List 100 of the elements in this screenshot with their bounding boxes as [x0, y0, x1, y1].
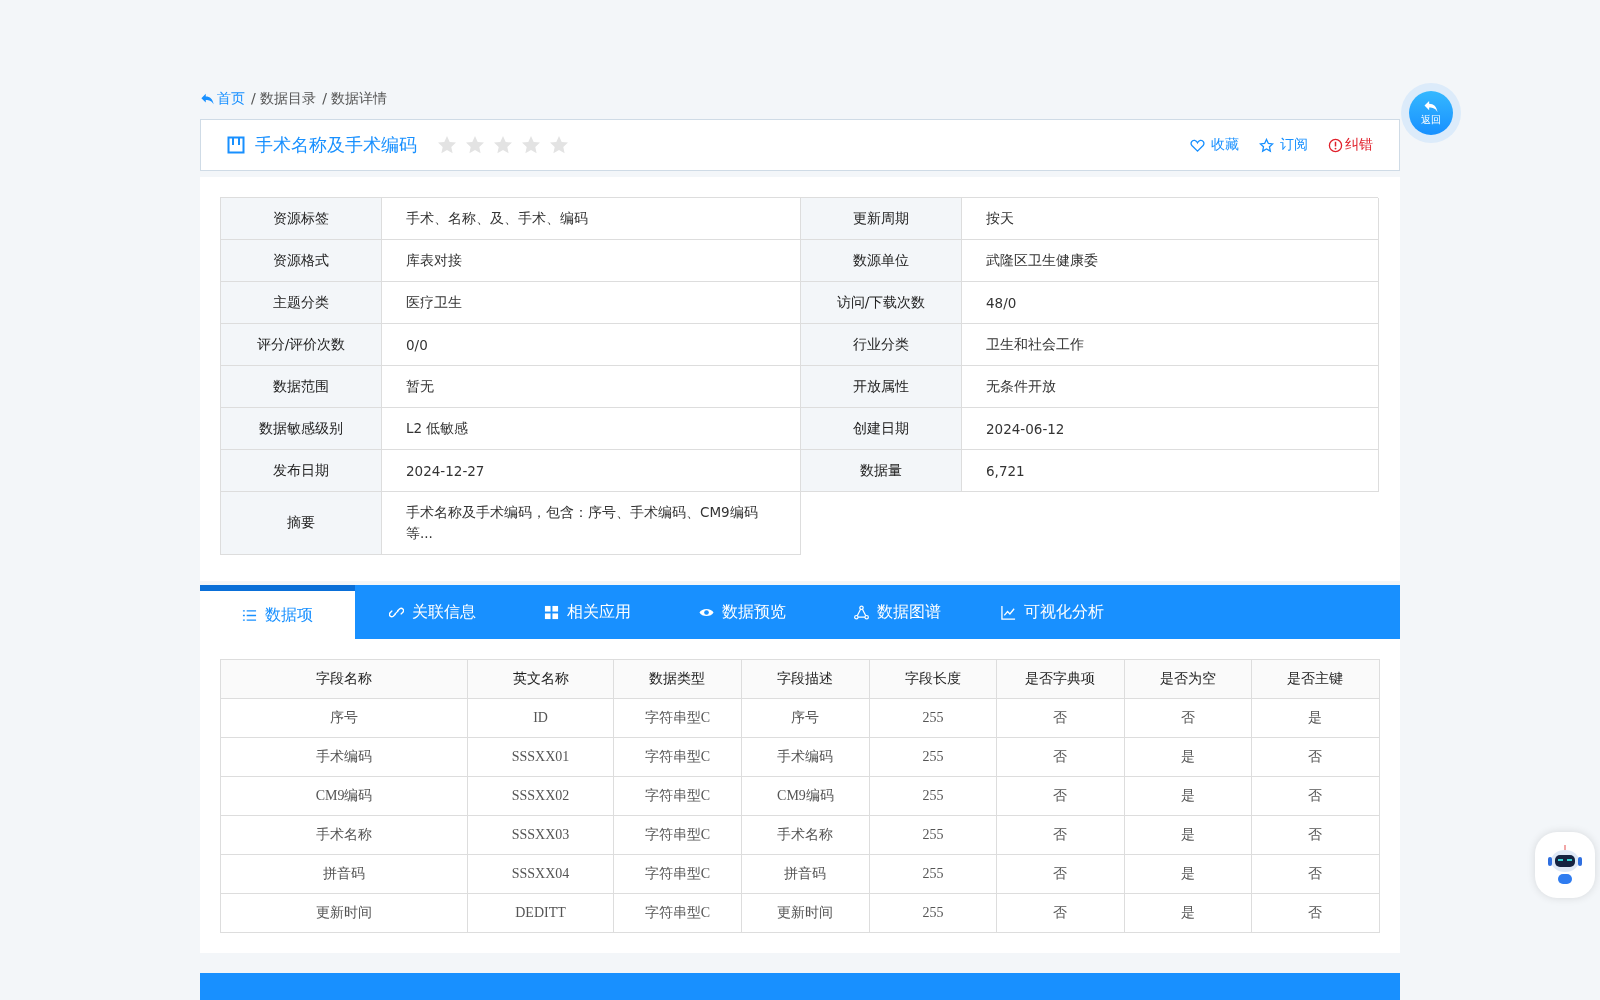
table-cell: 否 [1251, 737, 1380, 777]
column-header: 字段长度 [869, 659, 997, 699]
table-cell: 否 [996, 737, 1125, 777]
tab[interactable]: 数据预览 [665, 585, 820, 639]
table-cell: 255 [869, 737, 997, 777]
back-arrow-icon [1423, 99, 1439, 113]
action-link[interactable]: 纠错 [1328, 136, 1373, 154]
action-link[interactable]: 收藏 [1190, 136, 1239, 154]
table-cell: 是 [1251, 698, 1380, 738]
table-cell: 是 [1124, 854, 1252, 894]
info-value: L2 低敏感 [382, 408, 801, 450]
info-label: 数据量 [801, 450, 962, 492]
star-icon [521, 135, 541, 155]
column-header: 字段名称 [220, 659, 468, 699]
table-cell: 否 [996, 854, 1125, 894]
table-cell: 255 [869, 815, 997, 855]
table-cell: 是 [1124, 737, 1252, 777]
breadcrumb-link[interactable]: / 数据目录 [251, 90, 317, 108]
column-header: 字段描述 [741, 659, 870, 699]
column-header: 是否为空 [1124, 659, 1252, 699]
table-cell: 是 [1124, 893, 1252, 933]
table-cell: 否 [1251, 854, 1380, 894]
table-cell: CM9编码 [741, 776, 870, 816]
info-label: 数据范围 [221, 366, 382, 408]
heart-icon [1190, 137, 1205, 153]
info-label: 数据敏感级别 [221, 408, 382, 450]
info-value: 卫生和社会工作 [962, 324, 1379, 366]
tab[interactable]: 数据项 [200, 585, 355, 639]
star-icon [549, 135, 569, 155]
info-value: 2024-06-12 [962, 408, 1379, 450]
table-cell: 手术名称 [741, 815, 870, 855]
back-arrow-icon [200, 92, 215, 106]
tab[interactable]: 相关应用 [510, 585, 665, 639]
table-cell: 否 [996, 776, 1125, 816]
info-label: 主题分类 [221, 282, 382, 324]
warning-icon [1328, 137, 1343, 153]
table-cell: 更新时间 [220, 893, 468, 933]
info-value: 0/0 [382, 324, 801, 366]
info-label: 开放属性 [801, 366, 962, 408]
table-cell: 序号 [220, 698, 468, 738]
table-cell: 手术编码 [220, 737, 468, 777]
table-cell: 字符串型C [613, 776, 742, 816]
table-cell: 拼音码 [220, 854, 468, 894]
info-value: 6,721 [962, 450, 1379, 492]
table-cell: 255 [869, 893, 997, 933]
tab[interactable]: 数据图谱 [820, 585, 975, 639]
table-cell: 字符串型C [613, 737, 742, 777]
table-cell: 字符串型C [613, 893, 742, 933]
info-label: 访问/下载次数 [801, 282, 962, 324]
line-chart-icon [1001, 604, 1016, 620]
dataset-title: 手术名称及手术编码 [255, 133, 417, 157]
info-value: 暂无 [382, 366, 801, 408]
list-icon [242, 607, 257, 623]
info-label: 评分/评价次数 [221, 324, 382, 366]
breadcrumb-link[interactable]: 首页 [200, 90, 245, 108]
table-cell: 序号 [741, 698, 870, 738]
info-value: 手术名称及手术编码，包含：序号、手术编码、CM9编码等... [382, 492, 801, 555]
info-value: 无条件开放 [962, 366, 1379, 408]
table-cell: 字符串型C [613, 854, 742, 894]
info-label: 发布日期 [221, 450, 382, 492]
column-header: 数据类型 [613, 659, 742, 699]
table-cell: 拼音码 [741, 854, 870, 894]
table-cell: SSSXX03 [467, 815, 614, 855]
table-cell: 否 [1251, 893, 1380, 933]
action-link[interactable]: 订阅 [1259, 136, 1308, 154]
info-label: 行业分类 [801, 324, 962, 366]
breadcrumb-current: / 数据详情 [322, 90, 388, 108]
table-cell: 更新时间 [741, 893, 870, 933]
info-value: 武隆区卫生健康委 [962, 240, 1379, 282]
tab[interactable]: 关联信息 [355, 585, 510, 639]
table-cell: 手术名称 [220, 815, 468, 855]
info-label: 资源格式 [221, 240, 382, 282]
table-cell: 是 [1124, 815, 1252, 855]
tab[interactable]: 可视化分析 [975, 585, 1130, 639]
table-cell: DEDITT [467, 893, 614, 933]
info-value: 库表对接 [382, 240, 801, 282]
star-icon [493, 135, 513, 155]
table-cell: 否 [996, 698, 1125, 738]
info-label: 摘要 [221, 492, 382, 555]
column-header: 是否字典项 [996, 659, 1125, 699]
table-cell: 否 [996, 815, 1125, 855]
table-cell: CM9编码 [220, 776, 468, 816]
star-icon [437, 135, 457, 155]
info-label: 创建日期 [801, 408, 962, 450]
column-header: 是否主键 [1251, 659, 1380, 699]
network-icon [854, 604, 869, 620]
star-rating[interactable] [437, 135, 569, 155]
grid-icon [544, 604, 559, 620]
star-icon [465, 135, 485, 155]
info-value: 48/0 [962, 282, 1379, 324]
table-cell: 字符串型C [613, 698, 742, 738]
star-icon [1259, 137, 1274, 153]
robot-icon [1545, 843, 1585, 887]
info-label: 资源标签 [221, 198, 382, 240]
table-cell: 255 [869, 698, 997, 738]
table-cell: 255 [869, 776, 997, 816]
info-value: 手术、名称、及、手术、编码 [382, 198, 801, 240]
assistant-button[interactable] [1535, 832, 1595, 898]
table-cell: 是 [1124, 776, 1252, 816]
table-icon [227, 136, 245, 154]
